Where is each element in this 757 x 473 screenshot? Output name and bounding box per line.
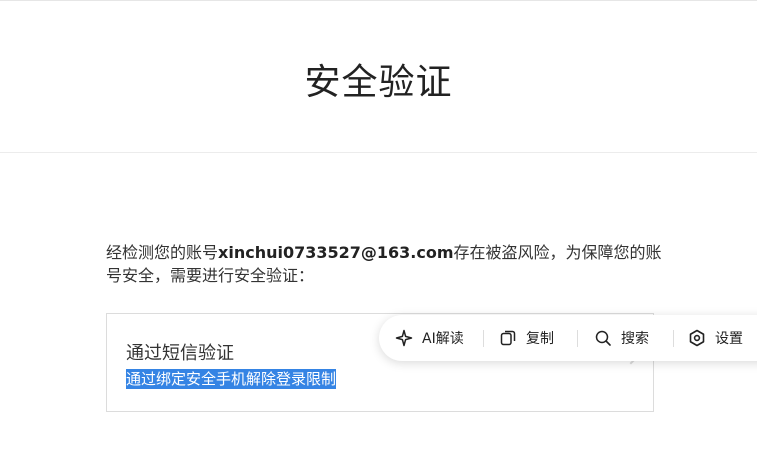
search-label: 搜索 [621,331,649,347]
settings-label: 设置 [715,331,743,347]
search-icon [595,330,611,346]
copy-icon [500,330,516,346]
sms-verify-title: 通过短信验证 [126,343,234,364]
toolbar-separator [483,330,484,347]
page-header: 安全验证 [0,1,757,152]
copy-button[interactable]: 复制 [499,315,554,361]
toolbar-separator [673,330,674,347]
sparkle-icon [395,329,413,347]
sms-verify-description: 通过绑定安全手机解除登录限制 [126,369,337,389]
copy-label: 复制 [526,331,554,347]
ai-explain-label: AI解读 [422,331,464,347]
search-button[interactable]: 搜索 [594,315,649,361]
page-title: 安全验证 [304,62,453,103]
account-email: xinchui0733527@163.com [218,243,454,262]
settings-icon [689,329,705,347]
notice-prefix: 经检测您的账号 [106,243,219,262]
header-divider [0,152,757,153]
toolbar-separator [577,330,578,347]
settings-button[interactable]: 设置 [688,315,743,361]
risk-notice: 经检测您的账号xinchui0733527@163.com存在被盗风险，为保障您… [106,241,666,287]
selection-toolbar: AI解读 复制 搜索 设置 [379,315,757,361]
ai-explain-button[interactable]: AI解读 [395,315,464,361]
